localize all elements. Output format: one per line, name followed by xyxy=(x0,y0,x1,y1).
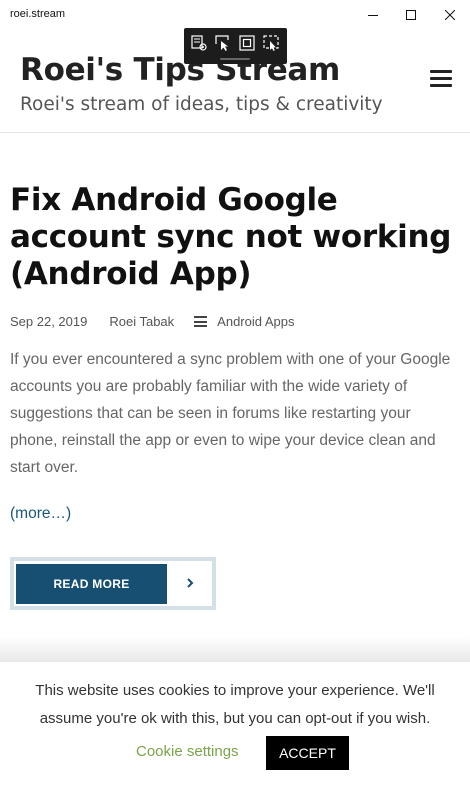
more-link[interactable]: (more…) xyxy=(10,505,71,523)
post-category[interactable]: Android Apps xyxy=(217,314,294,329)
post-title[interactable]: Fix Android Google account sync not work… xyxy=(10,182,460,293)
hamburger-icon xyxy=(430,70,452,73)
maximize-button[interactable] xyxy=(391,0,431,30)
layout-adorner-icon[interactable] xyxy=(262,34,280,52)
post-date[interactable]: Sep 22, 2019 xyxy=(10,314,87,329)
list-icon xyxy=(194,316,208,327)
maximize-icon xyxy=(406,10,416,20)
cookie-message: This website uses cookies to improve you… xyxy=(35,682,435,727)
chevron-right-icon[interactable] xyxy=(184,575,196,591)
minimize-icon xyxy=(368,15,378,16)
inspect-cursor-icon[interactable] xyxy=(214,34,232,52)
frame-icon[interactable] xyxy=(238,34,256,52)
accept-button[interactable]: ACCEPT xyxy=(266,736,349,770)
minimize-button[interactable] xyxy=(353,0,393,30)
cookie-settings-link[interactable]: Cookie settings xyxy=(136,743,239,760)
window-title: roei.stream xyxy=(10,8,66,20)
toolbar-grip[interactable] xyxy=(220,58,250,60)
site-title[interactable]: Roei's Tips Stream xyxy=(20,52,340,88)
window-title-bar: roei.stream xyxy=(0,0,470,30)
devtools-toolbar xyxy=(184,28,287,64)
site-tagline: Roei's stream of ideas, tips & creativit… xyxy=(20,94,383,115)
close-icon xyxy=(445,10,455,20)
cookie-banner: This website uses cookies to improve you… xyxy=(0,662,470,787)
post-excerpt: If you ever encountered a sync problem w… xyxy=(10,351,451,476)
close-button[interactable] xyxy=(430,0,470,30)
read-more-label[interactable]: READ MORE xyxy=(16,564,167,604)
post-author[interactable]: Roei Tabak xyxy=(109,314,174,329)
post-meta: Sep 22, 2019 Roei Tabak Android Apps xyxy=(10,314,295,329)
read-more-button[interactable]: READ MORE xyxy=(10,557,216,610)
select-element-icon[interactable] xyxy=(190,34,208,52)
header-divider xyxy=(0,132,470,133)
menu-button[interactable] xyxy=(430,70,452,88)
